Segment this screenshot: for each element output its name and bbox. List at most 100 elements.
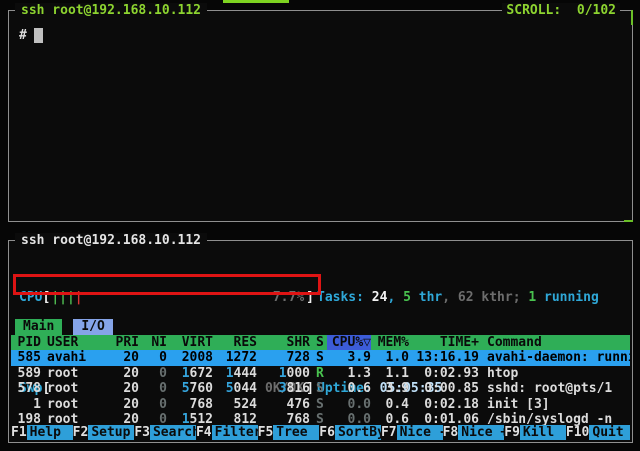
cell-pri: 20	[105, 350, 139, 366]
column-header-shr[interactable]: SHR	[257, 335, 310, 351]
column-header-res[interactable]: RES	[213, 335, 257, 351]
fkey-action-tree[interactable]: Tree	[273, 425, 319, 441]
fkey-action-kill[interactable]: Kill	[520, 425, 566, 441]
cell-res: 5044	[213, 381, 257, 397]
cell-pid: 1	[11, 397, 41, 413]
column-header-s[interactable]: S	[310, 335, 327, 351]
cell-s: S	[310, 381, 327, 397]
column-header-cpu[interactable]: CPU%▽	[327, 335, 371, 351]
cell-cmd: sshd: root@pts/1	[479, 381, 630, 397]
fkey-action-filter[interactable]: Filter	[212, 425, 258, 441]
fkey-label-F3: F3	[134, 425, 150, 441]
table-header-row: PIDUSERPRINIVIRTRESSHRSCPU%▽MEM%TIME+Com…	[11, 335, 630, 351]
cell-res: 524	[213, 397, 257, 413]
meter-bar-segment: |||	[51, 290, 74, 305]
cell-s: S	[310, 350, 327, 366]
tab-main[interactable]: Main	[15, 319, 62, 335]
column-header-user[interactable]: USER	[41, 335, 105, 351]
fkey-label-F7: F7	[381, 425, 397, 441]
column-header-pri[interactable]: PRI	[105, 335, 139, 351]
cell-ni: 0	[139, 397, 167, 413]
cell-time: 0:02.93	[409, 366, 479, 382]
cell-pri: 20	[105, 366, 139, 382]
column-header-time[interactable]: TIME+	[409, 335, 479, 351]
cell-cpu: 0.0	[327, 397, 371, 413]
cell-pid: 589	[11, 366, 41, 382]
meter-bar-segment: |	[75, 290, 83, 305]
cell-ni: 0	[139, 381, 167, 397]
cell-user: root	[41, 366, 105, 382]
column-header-cmd[interactable]: Command	[479, 335, 630, 351]
pane-corner-accent	[631, 10, 633, 25]
process-row-589[interactable]: 589root200167214441000R1.31.10:02.93htop	[11, 366, 630, 382]
shell-prompt[interactable]: #	[19, 28, 43, 43]
fkey-label-F2: F2	[73, 425, 89, 441]
cell-pri: 20	[105, 381, 139, 397]
cell-virt: 1672	[167, 366, 213, 382]
fkey-action-nice-+[interactable]: Nice +	[458, 425, 504, 441]
cell-virt: 5760	[167, 381, 213, 397]
cell-mem: 3.9	[371, 381, 409, 397]
cell-shr: 476	[257, 397, 310, 413]
cell-pid: 578	[11, 381, 41, 397]
process-table: PIDUSERPRINIVIRTRESSHRSCPU%▽MEM%TIME+Com…	[11, 335, 630, 428]
cell-shr: 728	[257, 350, 310, 366]
cell-time: 0:00.85	[409, 381, 479, 397]
cell-pri: 20	[105, 397, 139, 413]
cell-mem: 1.1	[371, 366, 409, 382]
cell-user: root	[41, 397, 105, 413]
fkey-label-F5: F5	[258, 425, 274, 441]
fkey-label-F9: F9	[504, 425, 520, 441]
htop-tab-bar: Main I/O	[15, 319, 113, 335]
cell-cpu: 3.9	[327, 350, 371, 366]
column-header-pid[interactable]: PID	[11, 335, 41, 351]
terminal-pane-bottom[interactable]: ssh root@192.168.10.112 CPU[ ||||7.7% ] …	[8, 240, 633, 443]
cell-time: 13:16.19	[409, 350, 479, 366]
cell-cpu: 1.3	[327, 366, 371, 382]
cell-shr: 3816	[257, 381, 310, 397]
cell-mem: 1.0	[371, 350, 409, 366]
cell-cmd: init [3]	[479, 397, 630, 413]
column-header-mem[interactable]: MEM%	[371, 335, 409, 351]
cell-res: 1444	[213, 366, 257, 382]
tab-io[interactable]: I/O	[73, 319, 112, 335]
fkey-action-setup[interactable]: Setup	[88, 425, 134, 441]
fkey-action-sortby[interactable]: SortBy	[335, 425, 381, 441]
function-key-bar: F1HelpF2SetupF3SearchF4FilterF5TreeF6Sor…	[11, 425, 630, 441]
cell-user: avahi	[41, 350, 105, 366]
fkey-action-quit[interactable]: Quit	[589, 425, 630, 441]
cell-s: S	[310, 397, 327, 413]
cell-cmd: htop	[479, 366, 630, 382]
cell-shr: 1000	[257, 366, 310, 382]
column-header-virt[interactable]: VIRT	[167, 335, 213, 351]
cpu-meter: CPU[ ||||7.7% ]	[11, 290, 314, 306]
fkey-label-F10: F10	[566, 425, 589, 441]
cell-ni: 0	[139, 350, 167, 366]
column-header-ni[interactable]: NI	[139, 335, 167, 351]
process-row-1[interactable]: 1root200768524476S0.00.40:02.18init [3]	[11, 397, 630, 413]
fkey-label-F8: F8	[443, 425, 459, 441]
cell-cmd: avahi-daemon: running	[479, 350, 630, 366]
process-row-578[interactable]: 578root200576050443816S0.63.90:00.85sshd…	[11, 381, 630, 397]
terminal-pane-top[interactable]: ssh root@192.168.10.112 SCROLL: 0/102 #	[8, 10, 633, 222]
terminal-cursor	[34, 28, 43, 43]
cell-ni: 0	[139, 366, 167, 382]
pane-title-ssh-session: ssh root@192.168.10.112	[15, 3, 207, 18]
pane-title-ssh-session: ssh root@192.168.10.112	[15, 233, 207, 248]
tasks-summary: Tasks: 24, 5 thr, 62 kthr; 1 running	[317, 290, 630, 306]
cell-cpu: 0.6	[327, 381, 371, 397]
cell-mem: 0.4	[371, 397, 409, 413]
cell-time: 0:02.18	[409, 397, 479, 413]
fkey-action-help[interactable]: Help	[27, 425, 73, 441]
cell-virt: 768	[167, 397, 213, 413]
fkey-action-search[interactable]: Search	[150, 425, 196, 441]
process-row-585[interactable]: 585avahi20020081272728S3.91.013:16.19ava…	[11, 350, 630, 366]
prompt-symbol: #	[19, 28, 27, 43]
video-progress-sliver	[223, 0, 289, 3]
cell-res: 1272	[213, 350, 257, 366]
fkey-label-F1: F1	[11, 425, 27, 441]
cell-user: root	[41, 381, 105, 397]
fkey-label-F6: F6	[319, 425, 335, 441]
fkey-action-nice--[interactable]: Nice -	[397, 425, 443, 441]
pane-corner-accent	[624, 220, 633, 222]
